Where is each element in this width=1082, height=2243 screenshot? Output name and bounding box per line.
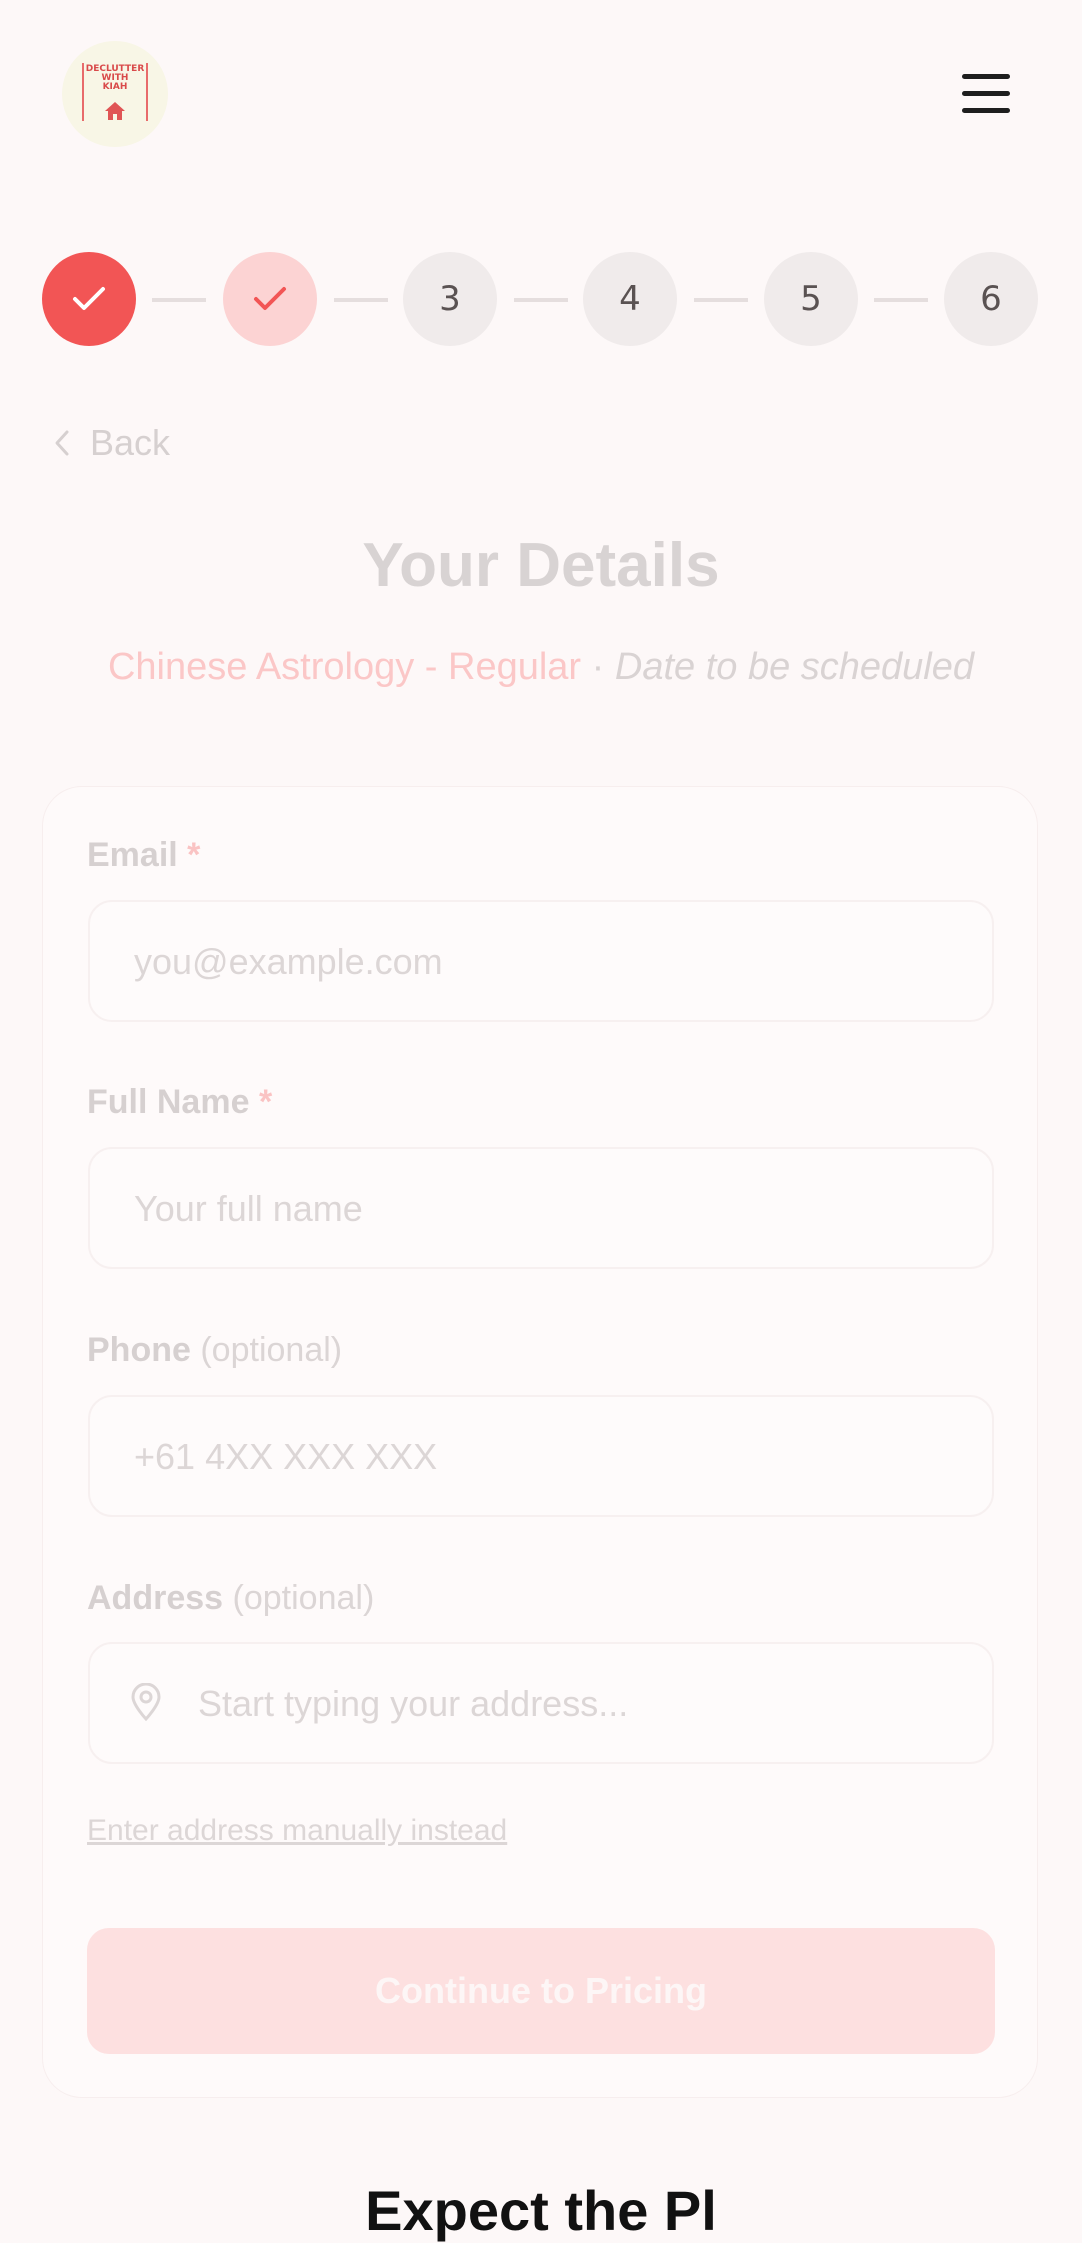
step-2 (223, 252, 317, 346)
map-pin-icon (131, 1683, 161, 1721)
optional-note: (optional) (200, 1331, 343, 1369)
step-number: 5 (800, 279, 822, 319)
logo-text: DECLUTTER WITH KIAH (85, 64, 145, 92)
address-field-container (88, 1642, 994, 1764)
step-number: 4 (619, 279, 641, 319)
email-label: Email * (87, 836, 201, 874)
next-section-heading: Expect the Pl (365, 2179, 717, 2242)
back-button[interactable]: Back (52, 418, 170, 468)
email-field[interactable] (132, 902, 956, 1022)
required-mark: * (187, 836, 201, 874)
full-name-label: Full Name * (87, 1083, 273, 1121)
address-label: Address (optional) (87, 1579, 375, 1617)
phone-field-container (88, 1395, 994, 1517)
booking-summary: Chinese Astrology - Regular · Date to be… (0, 646, 1082, 689)
phone-field[interactable] (132, 1397, 956, 1517)
chevron-left-icon (55, 430, 69, 456)
page-title: Your Details (362, 531, 720, 600)
step-5: 5 (764, 252, 858, 346)
address-field[interactable] (196, 1644, 960, 1764)
optional-note: (optional) (232, 1579, 375, 1617)
site-header: DECLUTTER WITH KIAH (0, 0, 1082, 190)
step-connector (334, 298, 388, 302)
hamburger-menu-icon[interactable] (956, 68, 1016, 120)
required-mark: * (258, 1083, 273, 1121)
step-connector (514, 298, 568, 302)
continue-to-pricing-button[interactable]: Continue to Pricing (87, 1928, 995, 2054)
brand-logo[interactable]: DECLUTTER WITH KIAH (62, 41, 168, 147)
full-name-field-container (88, 1147, 994, 1269)
progress-stepper: 3 4 5 6 (0, 250, 1082, 350)
step-connector (694, 298, 748, 302)
step-4: 4 (583, 252, 677, 346)
service-name: Chinese Astrology - Regular (107, 646, 582, 688)
email-field-container (88, 900, 994, 1022)
step-number: 6 (980, 279, 1002, 319)
step-3: 3 (403, 252, 497, 346)
step-connector (152, 298, 206, 302)
step-number: 3 (439, 279, 461, 319)
check-icon (254, 287, 286, 310)
full-name-field[interactable] (132, 1149, 956, 1269)
step-1 (42, 252, 136, 346)
back-label: Back (90, 422, 171, 463)
step-connector (874, 298, 928, 302)
check-icon (73, 287, 105, 310)
phone-label: Phone (optional) (87, 1331, 343, 1369)
step-6: 6 (944, 252, 1038, 346)
house-icon (105, 102, 125, 120)
date-note: Date to be scheduled (614, 646, 975, 688)
separator: · (591, 646, 605, 688)
enter-address-manually-link[interactable]: Enter address manually instead (87, 1814, 507, 1848)
